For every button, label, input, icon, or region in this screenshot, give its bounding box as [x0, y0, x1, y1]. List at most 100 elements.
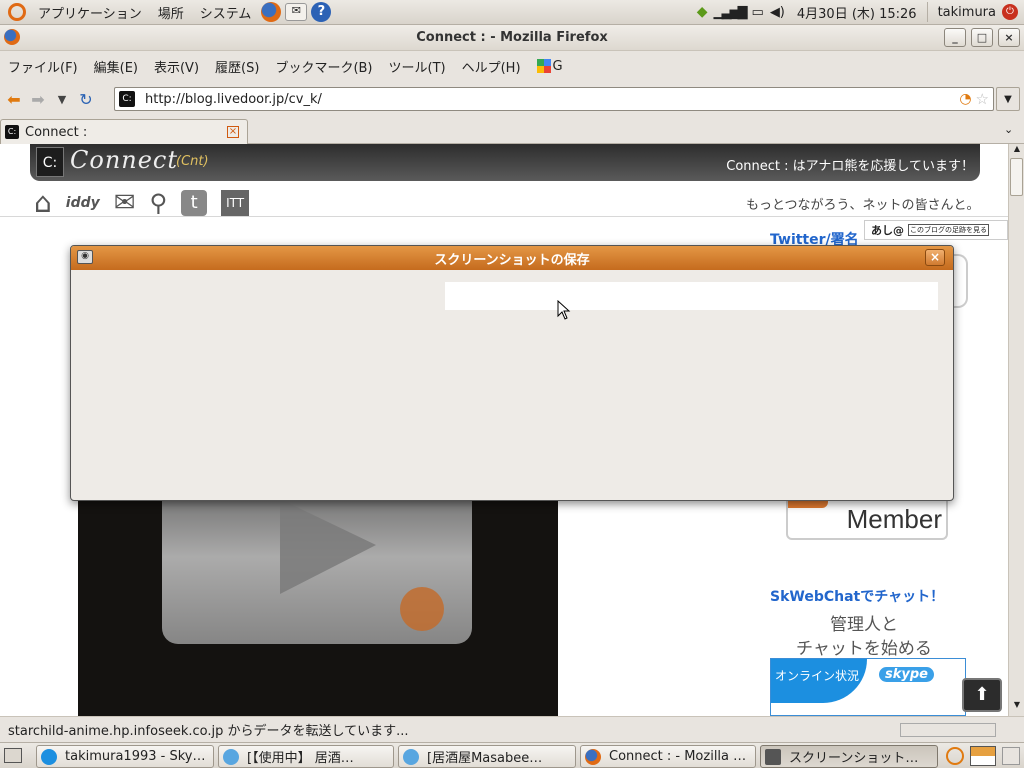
url-dropdown-icon[interactable]: ▼: [996, 87, 1020, 111]
rss-icon[interactable]: ◔: [959, 91, 971, 107]
firefox-icon[interactable]: [261, 2, 282, 22]
menu-google[interactable]: G: [529, 59, 571, 74]
logo-sub: (Cnt): [176, 154, 209, 169]
task-chat1[interactable]: [【使用中】 居酒…: [218, 745, 394, 768]
skype-title[interactable]: SkWebChatでチャット！: [770, 586, 944, 606]
network-icon[interactable]: ◆: [697, 4, 708, 20]
chat-icon: [223, 748, 239, 765]
window-title: Connect : - Mozilla Firefox: [416, 30, 608, 45]
volume-icon[interactable]: ◀): [770, 5, 785, 20]
skype-status-widget[interactable]: オンライン状況 skype: [770, 658, 966, 716]
trash-icon[interactable]: [946, 747, 964, 765]
scroll-down-icon[interactable]: ▼: [1010, 700, 1024, 714]
firefox-window-icon[interactable]: [4, 29, 20, 45]
url-text[interactable]: http://blog.livedoor.jp/cv_k/: [145, 92, 322, 107]
google-icon: [536, 59, 551, 73]
blog-nav: ⌂ iddy ✉ ⚲ t ITT: [34, 188, 250, 218]
google-label: G: [552, 58, 563, 74]
search-nav-icon[interactable]: ⚲: [150, 189, 168, 217]
logo-icon: C:: [36, 147, 64, 177]
home-icon[interactable]: ⌂: [34, 189, 52, 217]
maximize-button[interactable]: □: [971, 28, 993, 47]
logo-text[interactable]: Connect: [70, 146, 178, 174]
dialog-title: スクリーンショットの保存: [434, 252, 590, 268]
task-firefox-label: Connect : - Mozilla …: [609, 749, 747, 764]
ashi-sub: このブログの足跡を見る: [908, 224, 989, 236]
menu-file[interactable]: ファイル(F): [0, 57, 86, 76]
task-chat2[interactable]: [居酒屋Masabee…: [398, 745, 576, 768]
firefox-task-icon: [585, 748, 601, 765]
url-bar[interactable]: C: http://blog.livedoor.jp/cv_k/ ◔ ☆: [114, 87, 994, 111]
menu-tools[interactable]: ツール(T): [381, 57, 454, 76]
task-skype-label: takimura1993 - Sky…: [65, 749, 206, 764]
play-icon[interactable]: [278, 499, 378, 599]
task-screenshot[interactable]: スクリーンショット…: [760, 745, 938, 768]
tab-favicon: C:: [5, 125, 19, 139]
page-content: C: Connect (Cnt) Connect : はアナロ熊を応援しています…: [0, 144, 1008, 716]
menu-applications[interactable]: アプリケーション: [30, 3, 150, 22]
status-text: starchild-anime.hp.infoseek.co.jp からデータを…: [8, 724, 409, 739]
dialog-name-input[interactable]: [445, 282, 938, 310]
menu-history[interactable]: 履歴(S): [207, 57, 267, 76]
menu-bookmarks[interactable]: ブックマーク(B): [267, 57, 380, 76]
signal-icon[interactable]: ▁▃▅▇: [714, 5, 748, 20]
ashiato-widget[interactable]: あし@ このブログの足跡を見る: [864, 220, 1008, 240]
tab-connect[interactable]: C: Connect : ×: [0, 119, 248, 144]
twitter-nav-icon[interactable]: t: [181, 190, 208, 216]
progress-bar: [900, 723, 996, 737]
back-icon[interactable]: ⬅: [2, 87, 26, 111]
mail-nav-icon[interactable]: ✉: [114, 188, 136, 218]
header-right-text: Connect : はアナロ熊を応援しています！: [726, 159, 974, 174]
member-label: Member: [846, 504, 942, 534]
camera-icon: ◉: [77, 250, 93, 264]
window-titlebar[interactable]: Connect : - Mozilla Firefox _ □ ×: [0, 25, 1024, 51]
task-skype[interactable]: takimura1993 - Sky…: [36, 745, 214, 768]
mail-icon[interactable]: ✉: [285, 3, 308, 21]
itunes-nav-icon[interactable]: ITT: [221, 190, 250, 216]
scroll-to-top-button[interactable]: ⬆: [962, 678, 1002, 712]
reload-icon[interactable]: ↻: [74, 87, 98, 111]
tab-label: Connect :: [25, 124, 88, 140]
forward-icon[interactable]: ➡: [26, 87, 50, 111]
mouse-cursor-icon: [557, 300, 571, 320]
menu-system[interactable]: システム: [192, 3, 260, 22]
close-button[interactable]: ×: [998, 28, 1020, 47]
history-dropdown-icon[interactable]: ▼: [50, 87, 74, 111]
iddy-icon[interactable]: iddy: [66, 195, 100, 211]
user-name[interactable]: takimura: [938, 5, 996, 20]
star-icon[interactable]: ☆: [976, 90, 989, 108]
dialog-titlebar[interactable]: ◉ スクリーンショットの保存 ×: [71, 246, 953, 270]
taskbar: takimura1993 - Sky… [【使用中】 居酒… [居酒屋Masab…: [0, 742, 1024, 768]
minimize-button[interactable]: _: [944, 28, 966, 47]
skype-icon: [41, 748, 57, 765]
tab-list-icon[interactable]: ⌄: [1004, 123, 1013, 136]
chat-icon-2: [403, 748, 419, 765]
video-ubuntu-logo: [400, 587, 444, 631]
clock[interactable]: 4月30日 (木) 15:26: [797, 3, 917, 22]
workspace-2[interactable]: [1002, 747, 1020, 765]
menu-view[interactable]: 表示(V): [146, 57, 207, 76]
scroll-up-icon[interactable]: ▲: [1010, 144, 1024, 158]
scroll-thumb[interactable]: [1010, 158, 1023, 196]
menu-help[interactable]: ヘルプ(H): [454, 57, 529, 76]
task-screenshot-label: スクリーンショット…: [789, 751, 919, 766]
menu-edit[interactable]: 編集(E): [86, 57, 146, 76]
tagline: もっとつながろう、ネットの皆さんと。: [746, 198, 980, 213]
site-favicon: C:: [119, 91, 135, 107]
top-panel: アプリケーション 場所 システム ✉ ? ◆ ▁▃▅▇ ▭ ◀) 4月30日 (…: [0, 0, 1024, 25]
video-thumbnail[interactable]: [78, 499, 558, 716]
show-desktop-icon[interactable]: [4, 748, 22, 763]
ashi-label: あし@: [871, 224, 904, 237]
tab-close-icon[interactable]: ×: [227, 126, 239, 138]
dialog-close-button[interactable]: ×: [925, 249, 945, 266]
navigation-toolbar: ⬅ ➡ ▼ ↻ C: http://blog.livedoor.jp/cv_k/…: [0, 83, 1024, 115]
shutdown-icon[interactable]: ⏻: [1002, 4, 1018, 20]
printer-icon[interactable]: ▭: [752, 5, 764, 20]
menu-places[interactable]: 場所: [150, 3, 192, 22]
task-firefox[interactable]: Connect : - Mozilla …: [580, 745, 756, 768]
page-scrollbar[interactable]: ▲ ▼: [1008, 144, 1024, 716]
help-icon[interactable]: ?: [311, 2, 332, 22]
save-screenshot-dialog: ◉ スクリーンショットの保存 ×: [70, 245, 954, 501]
workspace-switcher[interactable]: [970, 746, 996, 766]
ubuntu-icon[interactable]: [8, 3, 26, 21]
